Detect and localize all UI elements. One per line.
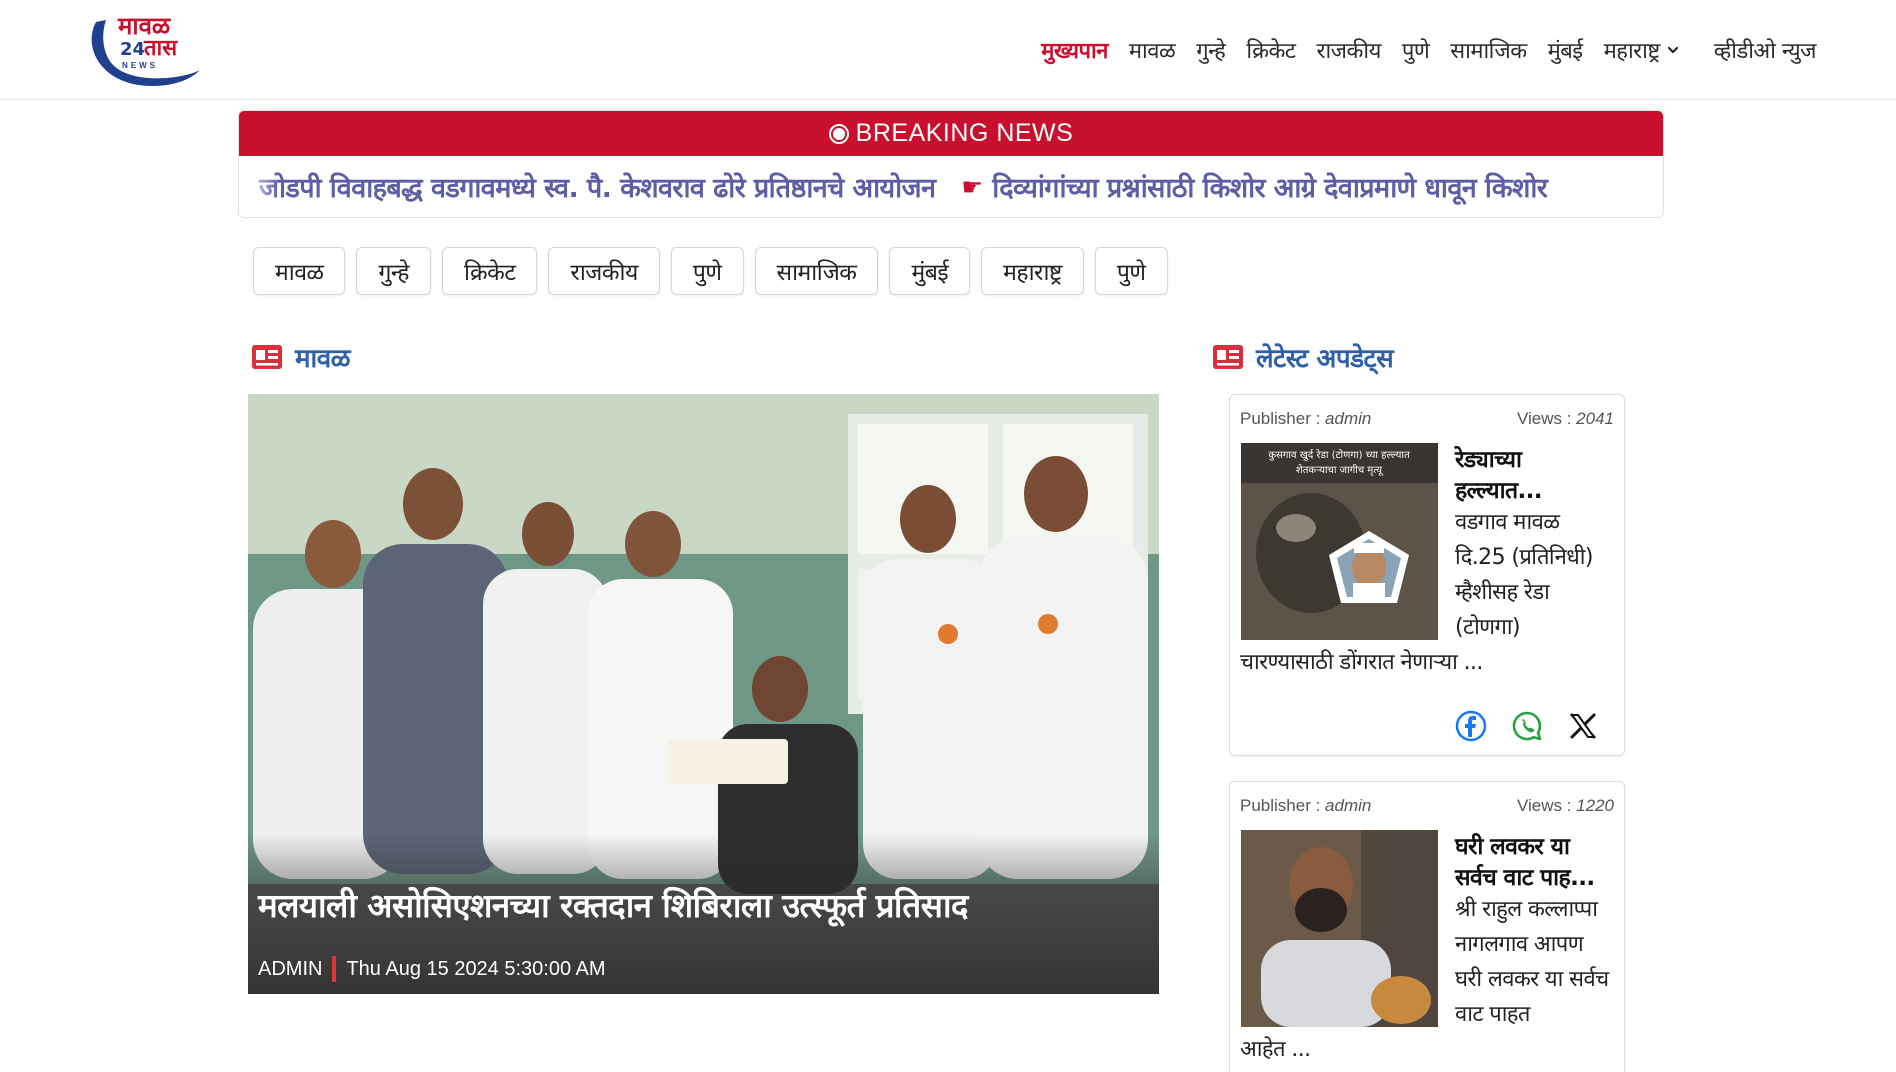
logo-tag: NEWS — [122, 61, 158, 70]
featured-story-title[interactable]: मलयाली असोसिएशनच्या रक्तदान शिबिराला उत्… — [258, 882, 968, 927]
whatsapp-icon[interactable] — [1510, 709, 1544, 743]
meta-divider — [332, 956, 337, 982]
facebook-icon[interactable] — [1454, 709, 1488, 743]
section-heading-maval: मावळ — [251, 339, 351, 375]
site-logo[interactable]: मावळ 24 तास NEWS — [82, 8, 212, 92]
live-dot-icon — [828, 123, 849, 144]
ticker-fade-right — [1623, 156, 1663, 217]
publisher: Publisher : admin — [1240, 796, 1372, 815]
ticker-fade-left — [239, 156, 279, 217]
thumb-caption: शेतकऱ्याचा जागीच मृत्यू — [1296, 464, 1384, 476]
news-card[interactable]: Publisher : admin Views : 2041 कुसगाव खु… — [1229, 394, 1625, 756]
nav-item-politics[interactable]: राजकीय — [1316, 35, 1381, 65]
publisher: Publisher : admin — [1240, 409, 1372, 428]
newspaper-icon — [1213, 345, 1243, 369]
news-card-excerpt-tail: आहेत ... — [1240, 1037, 1311, 1062]
nav-item-home[interactable]: मुख्यपान — [1041, 35, 1108, 65]
main-nav: मुख्यपान मावळ गुन्हे क्रिकेट राजकीय पुणे… — [1020, 32, 1816, 68]
section-title: लेटेस्ट अपडेट्स — [1256, 344, 1394, 374]
share-buttons — [1432, 709, 1600, 743]
news-card-excerpt: वडगाव मावळ दि.25 (प्रतिनिधी) म्हैशीसह रे… — [1455, 510, 1593, 640]
featured-story-meta: ADMIN Thu Aug 15 2024 5:30:00 AM — [258, 956, 606, 982]
chip-mumbai[interactable]: मुंबई — [889, 247, 971, 295]
featured-story[interactable]: मलयाली असोसिएशनच्या रक्तदान शिबिराला उत्… — [248, 394, 1159, 994]
thumb-caption: कुसगाव खुर्द रेडा (टोणगा) च्या हल्ल्यात — [1268, 449, 1410, 461]
chip-politics[interactable]: राजकीय — [548, 247, 660, 295]
news-ticker: जोडपी विवाहबद्ध वडगावमध्ये स्व. पै. केशव… — [239, 156, 1663, 217]
nav-item-maharashtra-label: महाराष्ट्र — [1603, 39, 1661, 64]
site-header: मावळ 24 तास NEWS मुख्यपान मावळ गुन्हे क्… — [0, 0, 1896, 100]
chip-social[interactable]: सामाजिक — [754, 247, 879, 295]
news-card-image[interactable]: कुसगाव खुर्द रेडा (टोणगा) च्या हल्ल्यात … — [1241, 443, 1438, 640]
news-card-meta: Publisher : admin Views : 1220 — [1240, 796, 1614, 816]
section-heading-latest: लेटेस्ट अपडेट्स — [1212, 339, 1394, 375]
chip-pune[interactable]: पुणे — [670, 247, 744, 295]
chip-maharashtra[interactable]: महाराष्ट्र — [981, 247, 1084, 295]
chevron-down-icon — [1667, 46, 1678, 54]
chip-crime[interactable]: गुन्हे — [356, 247, 432, 295]
nav-item-pune[interactable]: पुणे — [1402, 35, 1430, 65]
nav-item-crime[interactable]: गुन्हे — [1196, 35, 1226, 65]
views-count: Views : 1220 — [1516, 796, 1614, 815]
views-count: Views : 2041 — [1516, 409, 1614, 428]
pointing-hand-icon: ☛ — [961, 172, 983, 201]
breaking-news: BREAKING NEWS जोडपी विवाहबद्ध वडगावमध्ये… — [238, 110, 1664, 218]
category-chips: मावळ गुन्हे क्रिकेट राजकीय पुणे सामाजिक … — [253, 247, 1179, 295]
news-card-excerpt-tail: चारण्यासाठी डोंगरात नेणाऱ्या ... — [1240, 650, 1483, 675]
logo-mark: मावळ 24 तास NEWS — [91, 12, 200, 86]
breaking-news-title: BREAKING NEWS — [855, 119, 1074, 147]
chip-maval[interactable]: मावळ — [253, 247, 346, 295]
news-card-title[interactable]: घरी लवकर या सर्वच वाट पाह... — [1455, 832, 1615, 894]
ticker-item[interactable]: दिव्यांगांच्या प्रश्नांसाठी किशोर आग्रे … — [992, 168, 1548, 205]
featured-story-author: ADMIN — [258, 957, 323, 980]
nav-item-maharashtra[interactable]: महाराष्ट्र — [1604, 35, 1680, 65]
ticker-item[interactable]: जोडपी विवाहबद्ध वडगावमध्ये स्व. पै. केशव… — [259, 168, 936, 205]
logo-word2: तास — [143, 36, 178, 61]
chip-cricket[interactable]: क्रिकेट — [442, 247, 538, 295]
nav-item-social[interactable]: सामाजिक — [1450, 35, 1527, 65]
featured-story-date: Thu Aug 15 2024 5:30:00 AM — [346, 957, 606, 980]
nav-item-mumbai[interactable]: मुंबई — [1548, 35, 1584, 65]
breaking-news-header: BREAKING NEWS — [239, 111, 1663, 156]
nav-item-cricket[interactable]: क्रिकेट — [1246, 35, 1296, 65]
x-twitter-icon[interactable] — [1566, 709, 1600, 743]
news-card-title[interactable]: रेड्याच्या हल्ल्यात... — [1455, 445, 1615, 507]
news-card-excerpt: श्री राहुल कल्लाप्पा नागलगाव आपण घरी लवक… — [1455, 897, 1609, 1027]
section-title[interactable]: मावळ — [295, 339, 351, 375]
news-card[interactable]: Publisher : admin Views : 1220 घरी लवकर … — [1229, 781, 1625, 1072]
news-card-meta: Publisher : admin Views : 2041 — [1240, 409, 1614, 429]
nav-item-maval[interactable]: मावळ — [1129, 35, 1176, 65]
nav-item-video-news[interactable]: व्हीडीओ न्युज — [1714, 35, 1817, 65]
logo-number: 24 — [120, 39, 145, 60]
newspaper-icon — [252, 345, 282, 369]
news-card-image[interactable] — [1241, 830, 1438, 1027]
chip-pune-2[interactable]: पुणे — [1094, 247, 1168, 295]
